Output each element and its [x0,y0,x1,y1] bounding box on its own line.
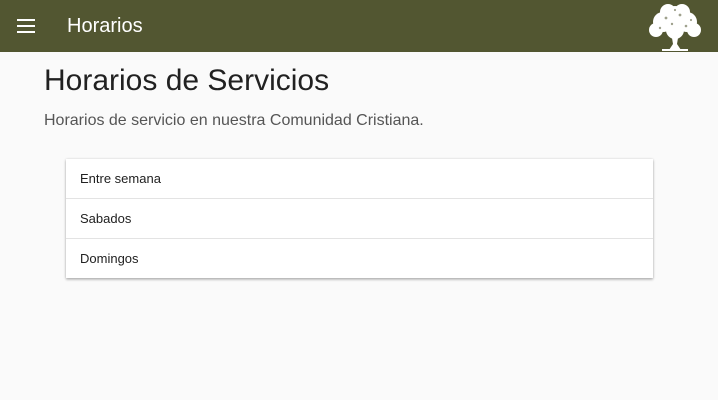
menu-button[interactable] [10,10,42,42]
list-item-entre-semana[interactable]: Entre semana [66,159,653,199]
toolbar-title: Horarios [67,15,143,37]
main-content: Horarios de Servicios Horarios de servic… [0,52,718,400]
app-window: Horarios Horarios de Servicios Horarios … [0,0,718,400]
schedule-list: Entre semana Sabados Domingos [66,159,653,278]
tree-logo-icon [649,4,701,51]
page-subtitle: Horarios de servicio en nuestra Comunida… [44,112,424,129]
list-item-domingos[interactable]: Domingos [66,239,653,278]
top-toolbar: Horarios [0,0,718,52]
hamburger-menu-icon [17,19,35,33]
page-title: Horarios de Servicios [44,64,330,97]
list-item-sabados[interactable]: Sabados [66,199,653,239]
